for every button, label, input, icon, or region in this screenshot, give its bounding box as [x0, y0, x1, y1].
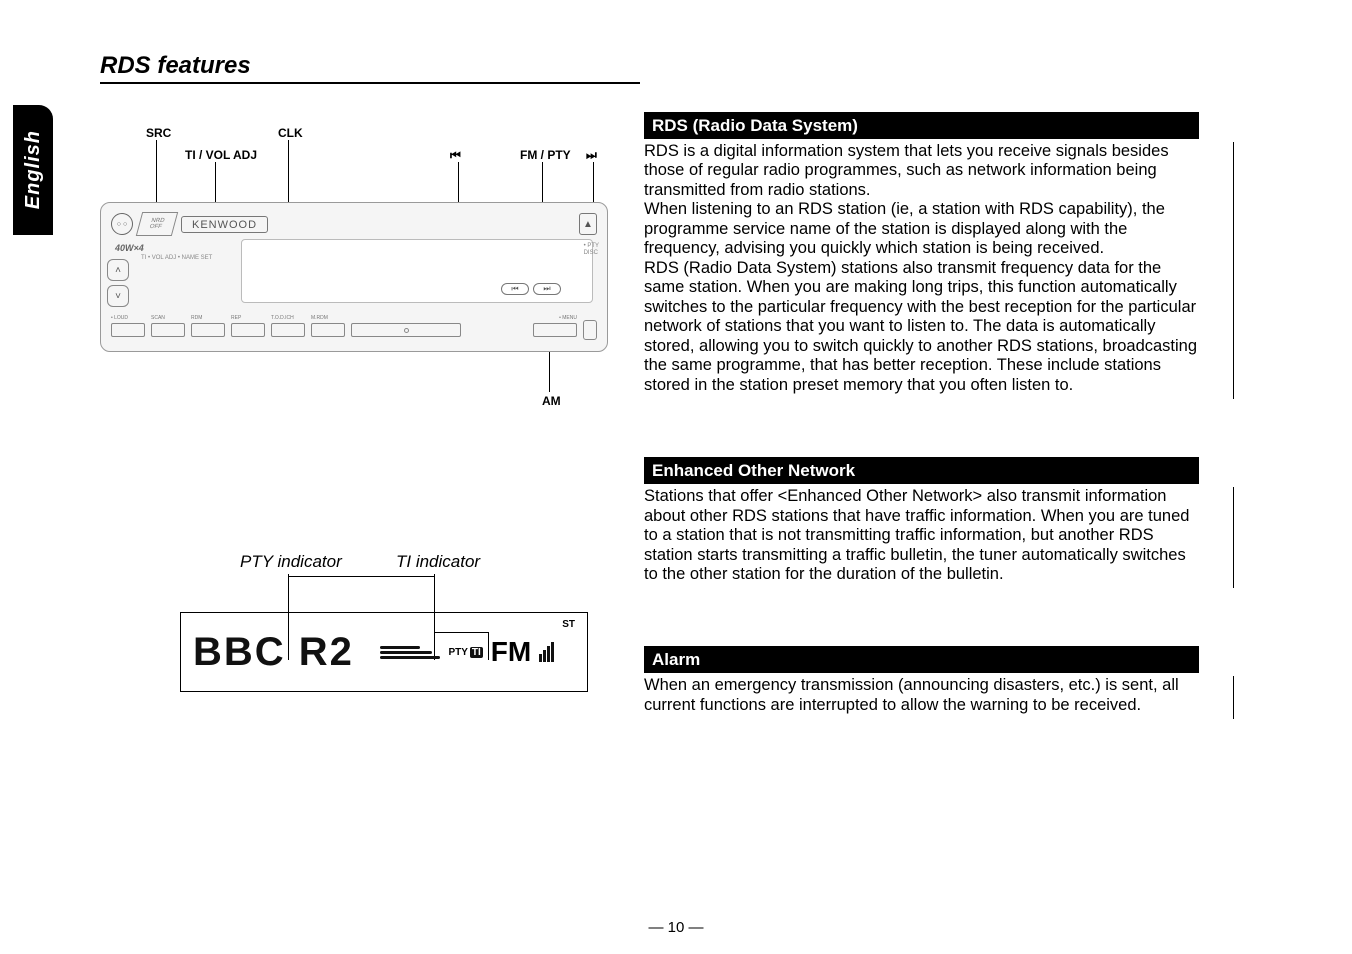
label-fm-pty: FM / PTY: [520, 148, 571, 162]
left-buttons: ˄ ˅: [107, 259, 139, 319]
ti-indicator: TI: [470, 647, 483, 658]
btn-label-rdm: RDM: [191, 315, 202, 321]
right-column: RDS (Radio Data System) RDS is a digital…: [644, 112, 1234, 759]
preset-button: [311, 323, 345, 337]
lcd-display: BBC R2 PTY TI FM ST: [180, 612, 588, 692]
preset-button: [151, 323, 185, 337]
language-tab: English: [13, 105, 53, 235]
section-alarm: Alarm When an emergency transmission (an…: [644, 646, 1234, 719]
kenwood-swoosh-icon: [380, 637, 440, 667]
section-alarm-heading: Alarm: [644, 646, 1199, 673]
release-button: [583, 320, 597, 340]
ti-indicator-label: TI indicator: [396, 552, 480, 572]
section-eon: Enhanced Other Network Stations that off…: [644, 457, 1234, 588]
micro-prev-icon: ⏮: [501, 283, 529, 295]
seek-bar: [351, 323, 461, 337]
preset-button: [271, 323, 305, 337]
section-rds-body: RDS is a digital information system that…: [644, 142, 1204, 395]
page-title: RDS features: [100, 52, 640, 84]
panel-icon: NRDOFF: [136, 212, 178, 236]
section-alarm-body: When an emergency transmission (announci…: [644, 676, 1204, 715]
brand-label: KENWOOD: [181, 216, 268, 233]
preset-button: [231, 323, 265, 337]
section-rds-heading: RDS (Radio Data System): [644, 112, 1199, 139]
label-ti-vol-adj: TI / VOL ADJ: [185, 148, 257, 162]
wattage-label: 40W×4: [115, 243, 144, 253]
label-src: SRC: [146, 126, 171, 140]
preset-button: [111, 323, 145, 337]
language-tab-label: English: [22, 130, 45, 209]
page-content: RDS features SRC CLK TI / VOL ADJ ⏮ FM /…: [100, 52, 1280, 759]
btn-label-menu: • MENU: [559, 315, 577, 321]
lcd-diagram: PTY indicator TI indicator BBC R2 PTY TI: [100, 552, 608, 722]
btn-label-todich: T.O.D.ICH: [271, 315, 294, 321]
st-indicator: ST: [562, 619, 575, 630]
label-next-icon: ⏭: [586, 148, 597, 163]
lcd-main-text: BBC R2: [193, 630, 354, 675]
power-knob-icon: ○ ○: [111, 213, 133, 235]
eject-button-icon: ▲: [579, 213, 597, 235]
btn-label-mrdm: M.RDM: [311, 315, 328, 321]
bottom-buttons: • LOUD SCAN RDM REP T.O.D.ICH M.RDM • ME…: [111, 317, 597, 343]
right-tiny-labels: • PTY DISC: [584, 243, 599, 257]
section-eon-body: Stations that offer <Enhanced Other Netw…: [644, 487, 1204, 584]
device-diagram: SRC CLK TI / VOL ADJ ⏮ FM / PTY ⏭ AM: [100, 112, 608, 422]
leader-line: [288, 576, 434, 577]
signal-bars-icon: [539, 642, 554, 662]
btn-label-rep: REP: [231, 315, 241, 321]
left-column: SRC CLK TI / VOL ADJ ⏮ FM / PTY ⏭ AM: [100, 112, 608, 759]
label-clk: CLK: [278, 126, 303, 140]
lcd-fm: FM: [491, 636, 531, 668]
page-number: — 10 —: [0, 919, 1352, 936]
label-prev-icon: ⏮: [450, 148, 461, 163]
lcd-tiny-icons: PTY TI: [448, 647, 482, 658]
btn-label-scan: SCAN: [151, 315, 165, 321]
menu-button: [533, 323, 577, 337]
pty-indicator: PTY: [448, 647, 467, 658]
preset-button: [191, 323, 225, 337]
up-button-icon: ˄: [107, 259, 129, 281]
pty-indicator-label: PTY indicator: [240, 552, 342, 572]
leader-line: [549, 352, 550, 392]
down-button-icon: ˅: [107, 285, 129, 307]
device-body: ○ ○ NRDOFF KENWOOD ▲ 40W×4 TI • VOL ADJ …: [100, 202, 608, 352]
btn-label-loud: • LOUD: [111, 315, 128, 321]
seek-buttons: ⏮ ⏭: [501, 283, 561, 295]
section-eon-heading: Enhanced Other Network: [644, 457, 1199, 484]
section-rds: RDS (Radio Data System) RDS is a digital…: [644, 112, 1234, 399]
tiny-under-power: TI • VOL ADJ • NAME SET: [141, 255, 212, 261]
label-am: AM: [542, 394, 561, 408]
micro-next-icon: ⏭: [533, 283, 561, 295]
